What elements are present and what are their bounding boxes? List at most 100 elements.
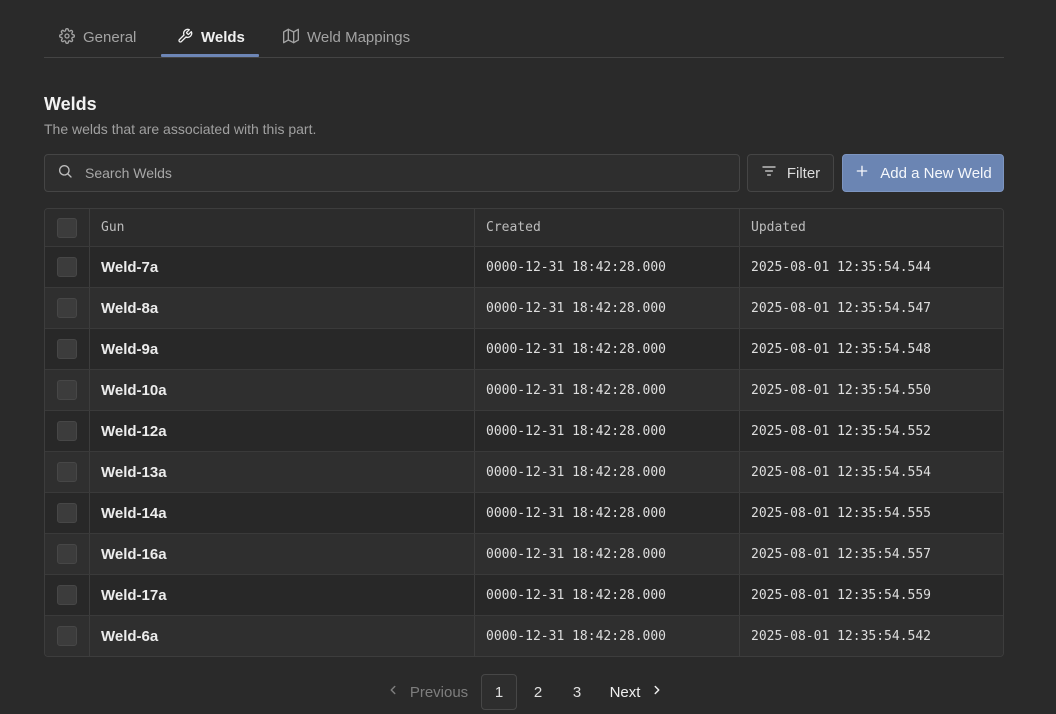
page-button-1[interactable]: 1 xyxy=(481,674,517,710)
add-weld-button[interactable]: Add a New Weld xyxy=(842,154,1004,192)
created-cell: 0000-12-31 18:42:28.000 xyxy=(475,575,740,615)
section-title: Welds xyxy=(44,94,97,114)
created-cell: 0000-12-31 18:42:28.000 xyxy=(475,329,740,369)
next-page-button[interactable]: Next xyxy=(606,674,668,710)
select-all-checkbox[interactable] xyxy=(57,217,77,238)
updated-cell: 2025-08-01 12:35:54.542 xyxy=(751,628,932,644)
row-select-cell xyxy=(45,411,90,451)
table-body: Weld-7a 0000-12-31 18:42:28.000 2025-08-01… xyxy=(45,246,1003,656)
table-row[interactable]: Weld-12a 0000-12-31 18:42:28.000 2025-08-0… xyxy=(45,410,1003,451)
search-icon xyxy=(45,163,73,184)
tab-general-label: General xyxy=(83,29,137,46)
row-checkbox[interactable] xyxy=(57,544,77,564)
add-weld-button-label: Add a New Weld xyxy=(880,164,992,182)
row-select-cell xyxy=(45,493,90,533)
pagination: Previous 1 2 3 Next xyxy=(44,674,1004,710)
column-header-created[interactable]: Created xyxy=(475,209,740,246)
section-subtitle: The welds that are associated with this … xyxy=(44,121,317,137)
wrench-icon xyxy=(177,28,193,48)
row-checkbox[interactable] xyxy=(57,462,77,482)
gun-cell: Weld-6a xyxy=(90,616,475,656)
updated-cell: 2025-08-01 12:35:54.557 xyxy=(751,546,932,562)
updated-cell: 2025-08-01 12:35:54.555 xyxy=(751,505,932,521)
gun-cell: Weld-16a xyxy=(90,534,475,574)
gun-cell: Weld-10a xyxy=(90,370,475,410)
chevron-left-icon xyxy=(386,683,400,701)
row-checkbox[interactable] xyxy=(57,503,77,523)
row-checkbox[interactable] xyxy=(57,339,77,359)
filter-icon xyxy=(761,163,777,183)
gun-cell: Weld-12a xyxy=(90,411,475,451)
row-checkbox[interactable] xyxy=(57,298,77,318)
row-select-cell xyxy=(45,247,90,287)
row-select-cell xyxy=(45,575,90,615)
table-row[interactable]: Weld-9a 0000-12-31 18:42:28.000 2025-08-01… xyxy=(45,328,1003,369)
row-select-cell xyxy=(45,452,90,492)
table-row[interactable]: Weld-8a 0000-12-31 18:42:28.000 2025-08-01… xyxy=(45,287,1003,328)
table-row[interactable]: Weld-17a 0000-12-31 18:42:28.000 2025-08-0… xyxy=(45,574,1003,615)
created-cell: 0000-12-31 18:42:28.000 xyxy=(475,493,740,533)
created-cell: 0000-12-31 18:42:28.000 xyxy=(475,247,740,287)
next-label: Next xyxy=(609,683,641,701)
updated-cell: 2025-08-01 12:35:54.547 xyxy=(751,300,932,316)
search-input[interactable] xyxy=(85,165,685,181)
row-select-cell xyxy=(45,329,90,369)
previous-page-button[interactable]: Previous xyxy=(384,674,470,710)
tab-general[interactable]: General xyxy=(59,18,136,57)
gun-cell: Weld-7a xyxy=(90,247,475,287)
page-button-2[interactable]: 2 xyxy=(520,674,556,710)
gun-cell: Weld-17a xyxy=(90,575,475,615)
created-cell: 0000-12-31 18:42:28.000 xyxy=(475,616,740,656)
gear-icon xyxy=(59,27,75,48)
updated-cell: 2025-08-01 12:35:54.548 xyxy=(751,341,932,357)
table-row[interactable]: Weld-7a 0000-12-31 18:42:28.000 2025-08-01… xyxy=(45,246,1003,287)
chevron-right-icon xyxy=(650,683,664,701)
created-cell: 0000-12-31 18:42:28.000 xyxy=(475,288,740,328)
tab-welds[interactable]: Welds xyxy=(177,18,245,57)
header-select-cell xyxy=(45,209,90,246)
updated-cell: 2025-08-01 12:35:54.550 xyxy=(751,382,932,398)
row-select-cell xyxy=(45,288,90,328)
plus-icon xyxy=(854,163,870,183)
created-cell: 0000-12-31 18:42:28.000 xyxy=(475,370,740,410)
tab-bar: General Welds Weld Mappings xyxy=(44,18,1004,58)
gun-cell: Weld-14a xyxy=(90,493,475,533)
previous-label: Previous xyxy=(409,683,469,701)
column-header-updated[interactable]: Updated xyxy=(740,209,1003,246)
tab-welds-label: Welds xyxy=(201,29,245,46)
filter-button[interactable]: Filter xyxy=(747,154,834,192)
row-checkbox[interactable] xyxy=(57,626,77,646)
updated-cell: 2025-08-01 12:35:54.559 xyxy=(751,587,932,603)
filter-button-label: Filter xyxy=(786,164,821,182)
page-button-3[interactable]: 3 xyxy=(559,674,595,710)
row-select-cell xyxy=(45,534,90,574)
row-checkbox[interactable] xyxy=(57,421,77,441)
created-cell: 0000-12-31 18:42:28.000 xyxy=(475,452,740,492)
tab-weld-mappings[interactable]: Weld Mappings xyxy=(283,18,410,57)
welds-table: Gun Created Updated Weld-7a 0000-12-31 18… xyxy=(44,208,1004,657)
map-icon xyxy=(283,28,299,48)
table-header-row: Gun Created Updated xyxy=(45,209,1003,246)
active-tab-indicator xyxy=(161,54,259,57)
row-checkbox[interactable] xyxy=(57,380,77,400)
row-select-cell xyxy=(45,616,90,656)
gun-cell: Weld-13a xyxy=(90,452,475,492)
search-box[interactable] xyxy=(44,154,740,192)
created-cell: 0000-12-31 18:42:28.000 xyxy=(475,411,740,451)
tab-weld-mappings-label: Weld Mappings xyxy=(307,29,411,46)
column-header-gun[interactable]: Gun xyxy=(90,209,475,246)
updated-cell: 2025-08-01 12:35:54.544 xyxy=(751,259,932,275)
table-row[interactable]: Weld-6a 0000-12-31 18:42:28.000 2025-08-01… xyxy=(45,615,1003,656)
table-row[interactable]: Weld-14a 0000-12-31 18:42:28.000 2025-08-0… xyxy=(45,492,1003,533)
gun-cell: Weld-9a xyxy=(90,329,475,369)
gun-cell: Weld-8a xyxy=(90,288,475,328)
updated-cell: 2025-08-01 12:35:54.552 xyxy=(751,423,932,439)
row-select-cell xyxy=(45,370,90,410)
row-checkbox[interactable] xyxy=(57,585,77,605)
table-row[interactable]: Weld-16a 0000-12-31 18:42:28.000 2025-08-0… xyxy=(45,533,1003,574)
table-row[interactable]: Weld-10a 0000-12-31 18:42:28.000 2025-08-0… xyxy=(45,369,1003,410)
created-cell: 0000-12-31 18:42:28.000 xyxy=(475,534,740,574)
table-row[interactable]: Weld-13a 0000-12-31 18:42:28.000 2025-08-0… xyxy=(45,451,1003,492)
updated-cell: 2025-08-01 12:35:54.554 xyxy=(751,464,932,480)
row-checkbox[interactable] xyxy=(57,257,77,277)
